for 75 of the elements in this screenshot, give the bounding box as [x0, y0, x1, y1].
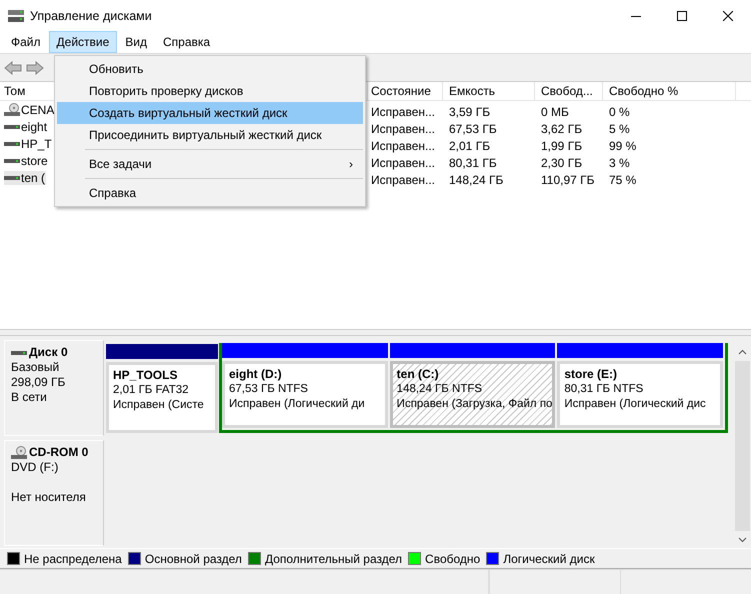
partition-block[interactable]: eight (D:) 67,53 ГБ NTFS Исправен (Логический ди	[222, 361, 388, 428]
legend-label: Дополнительный раздел	[264, 552, 402, 566]
menu-item[interactable]: Обновить	[57, 58, 363, 80]
table-cell-text: 5 %	[608, 122, 631, 136]
table-cell-text: Исправен...	[370, 122, 436, 136]
column-header[interactable]: Состояние	[368, 82, 443, 100]
table-cell-text: Исправен...	[370, 172, 436, 186]
legend-label: Логический диск	[503, 552, 595, 566]
disk-drive-icon	[8, 8, 24, 22]
partition-name: ten (C:)	[396, 367, 440, 382]
partition-status: Исправен (Систе	[113, 398, 205, 413]
window-title: Управление дисками	[30, 8, 152, 22]
volume-name[interactable]: eight	[4, 120, 48, 134]
disk-label[interactable]: Диск 0	[11, 345, 97, 360]
volume-name[interactable]: store	[4, 154, 49, 168]
forward-arrow-icon[interactable]	[26, 60, 44, 74]
disk-info-text: Нет носителя	[11, 490, 87, 505]
partition-name: HP_TOOLS	[113, 368, 178, 383]
table-cell-text: 80,31 ГБ	[448, 156, 498, 170]
table-cell-text: 0 МБ	[540, 104, 570, 118]
close-icon[interactable]	[723, 10, 733, 20]
menu-item[interactable]: Вид	[117, 31, 155, 53]
partition-block[interactable]: ten (C:) 148,24 ГБ NTFS Исправен (Загрузка, Файл по	[390, 361, 556, 428]
partition-status: Исправен (Логический ди	[229, 397, 366, 412]
partition-block[interactable]: HP_TOOLS 2,01 ГБ FAT32 Исправен (Систе	[106, 362, 218, 433]
menu-item[interactable]: Присоединить виртуальный жесткий диск	[57, 124, 363, 146]
volume-name[interactable]: CENA	[4, 103, 56, 117]
table-cell-text: Исправен...	[370, 156, 436, 170]
column-header[interactable]: Свободно %	[603, 82, 736, 100]
table-cell-text: Исправен...	[370, 104, 436, 118]
table-cell-text: 2,30 ГБ	[540, 156, 584, 170]
menu-item[interactable]: Справка	[57, 182, 363, 204]
column-header[interactable]: Свобод...	[535, 82, 603, 100]
volume-name[interactable]: HP_T	[4, 137, 53, 151]
partition-info: 148,24 ГБ NTFS	[396, 382, 484, 397]
table-cell-text: 3,59 ГБ	[448, 104, 492, 118]
submenu-arrow: ›	[349, 157, 353, 171]
legend-label: Свободно	[425, 552, 480, 566]
partition-name: store (E:)	[564, 367, 618, 382]
partition-info: 67,53 ГБ NTFS	[229, 382, 309, 397]
back-arrow-icon[interactable]	[4, 60, 22, 74]
table-cell-text: Исправен...	[370, 138, 436, 152]
menu-item[interactable]: Повторить проверку дисков	[57, 80, 363, 102]
menu-item[interactable]: Действие	[48, 31, 118, 53]
table-cell-text: 3,62 ГБ	[540, 122, 584, 136]
menu-item[interactable]: Справка	[155, 31, 218, 53]
disk-info-text: Базовый	[11, 360, 60, 375]
volume-name[interactable]: ten (	[4, 171, 46, 185]
column-header[interactable]: Емкость	[443, 82, 535, 100]
disk-label[interactable]: CD-ROM 0	[11, 445, 97, 460]
partition-info: 80,31 ГБ NTFS	[564, 382, 644, 397]
table-cell-text: 99 %	[608, 138, 638, 152]
table-cell-text: 1,99 ГБ	[540, 138, 584, 152]
partition-info: 2,01 ГБ FAT32	[113, 383, 190, 398]
disk-info-text: DVD (F:)	[11, 460, 60, 475]
cd-drive-icon	[4, 103, 20, 117]
menu-item[interactable]: Файл	[3, 31, 49, 53]
partition-status: Исправен (Логический дис	[564, 397, 707, 412]
cd-drive-icon	[11, 446, 27, 460]
table-cell-text: 110,97 ГБ	[540, 172, 596, 186]
table-cell-text: 2,01 ГБ	[448, 138, 492, 152]
table-cell-text: 3 %	[608, 156, 631, 170]
table-cell-text: 0 %	[608, 104, 631, 118]
legend-label: Основной раздел	[144, 552, 242, 566]
table-cell-text: 148,24 ГБ	[448, 172, 504, 186]
disk-info-text: В сети	[11, 390, 48, 405]
table-cell-text: 67,53 ГБ	[448, 122, 498, 136]
disk-info-text: 298,09 ГБ	[11, 375, 66, 390]
maximize-icon[interactable]	[677, 10, 687, 20]
legend-label: Не распределена	[24, 552, 122, 566]
menu-item[interactable]: Создать виртуальный жесткий диск	[57, 102, 363, 124]
menu-item[interactable]: Все задачи ›	[57, 153, 363, 175]
table-cell-text: 75 %	[608, 172, 638, 186]
partition-name: eight (D:)	[229, 367, 283, 382]
partition-block[interactable]: store (E:) 80,31 ГБ NTFS Исправен (Логический дис	[557, 361, 724, 428]
